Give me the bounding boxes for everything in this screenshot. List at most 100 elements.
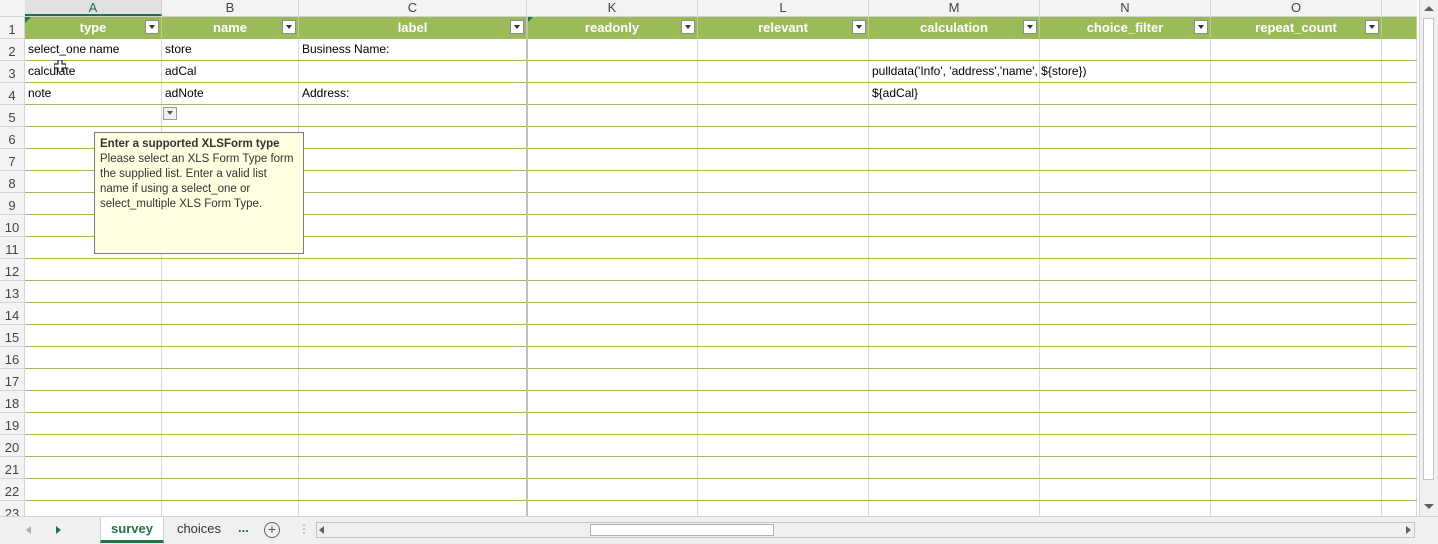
row-number[interactable]: 7 <box>0 149 24 171</box>
cell[interactable]: select_one name <box>25 39 162 60</box>
cell[interactable] <box>869 215 1040 236</box>
filter-dropdown-icon[interactable] <box>1023 20 1037 34</box>
cell[interactable] <box>299 391 527 412</box>
horizontal-scroll-thumb[interactable] <box>590 524 774 536</box>
cell[interactable] <box>869 39 1040 60</box>
cell[interactable] <box>1040 127 1211 148</box>
cell[interactable] <box>162 347 299 368</box>
next-sheet-icon[interactable] <box>52 524 64 536</box>
cell[interactable] <box>1040 413 1211 434</box>
cell[interactable] <box>698 435 869 456</box>
cell[interactable] <box>299 369 527 390</box>
cell[interactable] <box>698 501 869 516</box>
row-number[interactable]: 20 <box>0 435 24 457</box>
cell[interactable] <box>1382 347 1417 368</box>
cell[interactable] <box>162 501 299 516</box>
row-number[interactable]: 10 <box>0 215 24 237</box>
cell[interactable] <box>25 105 177 126</box>
cell[interactable] <box>25 325 162 346</box>
cell[interactable] <box>527 61 698 82</box>
prev-sheet-icon[interactable] <box>24 524 36 536</box>
cell[interactable] <box>162 259 299 280</box>
cell[interactable] <box>527 325 698 346</box>
horizontal-scrollbar[interactable] <box>316 522 1415 538</box>
filter-dropdown-icon[interactable] <box>852 20 866 34</box>
cell[interactable] <box>162 457 299 478</box>
cell[interactable] <box>1382 413 1417 434</box>
cell[interactable] <box>1382 457 1417 478</box>
cell[interactable]: ${adCal} <box>869 83 1040 104</box>
cell[interactable] <box>1211 457 1382 478</box>
cell[interactable] <box>299 435 527 456</box>
cell[interactable] <box>1211 237 1382 258</box>
cell[interactable] <box>527 237 698 258</box>
row-number[interactable]: 16 <box>0 347 24 369</box>
row-number[interactable]: 15 <box>0 325 24 347</box>
cell[interactable] <box>1211 435 1382 456</box>
row-number[interactable]: 3 <box>0 61 24 83</box>
cell[interactable] <box>1382 149 1417 170</box>
cell[interactable] <box>1382 501 1417 516</box>
cell[interactable] <box>299 347 527 368</box>
row-number[interactable]: 1 <box>0 17 24 39</box>
cell[interactable] <box>299 303 527 324</box>
row-number[interactable]: 18 <box>0 391 24 413</box>
cell[interactable] <box>869 127 1040 148</box>
filter-dropdown-icon[interactable] <box>510 20 524 34</box>
tab-splitter-handle[interactable]: ⋮ <box>298 522 310 536</box>
cell[interactable] <box>1040 259 1211 280</box>
vertical-scrollbar[interactable] <box>1419 0 1438 516</box>
cell[interactable] <box>869 105 1040 126</box>
cell[interactable] <box>25 281 162 302</box>
cell[interactable] <box>698 347 869 368</box>
cell[interactable] <box>1040 347 1211 368</box>
cell[interactable] <box>527 171 698 192</box>
cell[interactable] <box>299 215 527 236</box>
cell[interactable] <box>1040 325 1211 346</box>
column-letter-l[interactable]: L <box>698 0 869 16</box>
cell[interactable] <box>869 303 1040 324</box>
row-number[interactable]: 6 <box>0 127 24 149</box>
cell[interactable] <box>527 259 698 280</box>
cell[interactable] <box>527 391 698 412</box>
row-number[interactable]: 2 <box>0 39 24 61</box>
column-letter-k[interactable]: K <box>527 0 698 16</box>
filter-dropdown-icon[interactable] <box>1194 20 1208 34</box>
cell[interactable] <box>527 83 698 104</box>
row-number[interactable]: 9 <box>0 193 24 215</box>
cell[interactable] <box>1040 237 1211 258</box>
cell[interactable] <box>1040 171 1211 192</box>
cell[interactable] <box>1382 479 1417 500</box>
row-number[interactable]: 14 <box>0 303 24 325</box>
vertical-scroll-thumb[interactable] <box>1423 18 1434 480</box>
cell[interactable] <box>527 39 698 60</box>
cell[interactable] <box>527 281 698 302</box>
cell[interactable] <box>869 259 1040 280</box>
cell[interactable] <box>1040 391 1211 412</box>
filter-dropdown-icon[interactable] <box>282 20 296 34</box>
cell[interactable] <box>299 105 527 126</box>
cell[interactable] <box>299 127 527 148</box>
cell[interactable] <box>1040 435 1211 456</box>
cell[interactable] <box>698 171 869 192</box>
cell[interactable] <box>25 501 162 516</box>
cell[interactable] <box>25 303 162 324</box>
cell[interactable] <box>698 391 869 412</box>
cell[interactable] <box>299 171 527 192</box>
cell[interactable] <box>1211 127 1382 148</box>
cell[interactable] <box>25 347 162 368</box>
cell[interactable] <box>1040 501 1211 516</box>
cell[interactable] <box>698 413 869 434</box>
cell[interactable]: Business Name: <box>299 39 527 60</box>
cell[interactable] <box>1382 435 1417 456</box>
cell[interactable] <box>869 391 1040 412</box>
cell[interactable] <box>1211 83 1382 104</box>
scroll-up-icon[interactable] <box>1424 4 1434 14</box>
cell[interactable]: adNote <box>162 83 299 104</box>
filter-dropdown-icon[interactable] <box>1365 20 1379 34</box>
cell[interactable] <box>162 479 299 500</box>
cell[interactable] <box>1040 215 1211 236</box>
filter-dropdown-icon[interactable] <box>145 20 159 34</box>
cell[interactable] <box>299 259 527 280</box>
cell[interactable] <box>162 413 299 434</box>
